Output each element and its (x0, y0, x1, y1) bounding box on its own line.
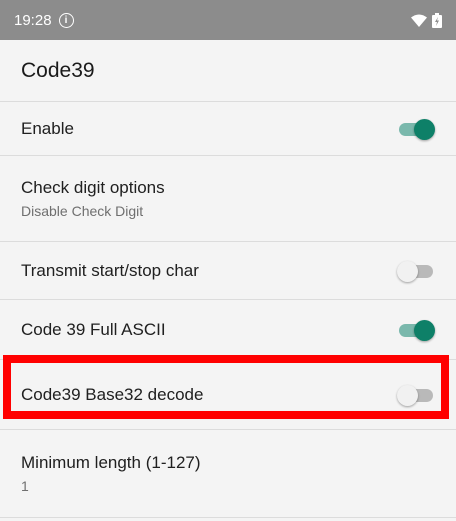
setting-text: Transmit start/stop char (21, 261, 199, 281)
setting-code39-base32-decode[interactable]: Code39 Base32 decode (0, 360, 456, 430)
setting-text: Code39 Base32 decode (21, 385, 203, 405)
full-ascii-toggle[interactable] (397, 318, 435, 342)
status-bar: 19:28 i (0, 0, 456, 40)
setting-minimum-length[interactable]: Minimum length (1-127) 1 (0, 430, 456, 518)
status-time: 19:28 (14, 11, 52, 29)
setting-summary: Disable Check Digit (21, 203, 144, 219)
setting-text: Minimum length (1-127) 1 (21, 453, 201, 494)
page-title: Code39 (21, 58, 95, 82)
app-bar: Code39 (0, 40, 456, 102)
setting-title: Transmit start/stop char (21, 260, 199, 280)
setting-summary: 1 (21, 478, 29, 494)
setting-code39-full-ascii[interactable]: Code 39 Full ASCII (0, 300, 456, 360)
setting-check-digit-options[interactable]: Check digit options Disable Check Digit (0, 156, 456, 242)
setting-title: Code39 Base32 decode (21, 384, 204, 404)
setting-transmit-start-stop-char[interactable]: Transmit start/stop char (0, 242, 456, 300)
setting-title: Minimum length (1-127) (21, 453, 201, 472)
battery-charging-icon (432, 12, 442, 28)
info-circle-icon: i (58, 12, 74, 28)
status-left: 19:28 i (14, 12, 74, 29)
setting-text: Enable (21, 119, 74, 139)
enable-toggle[interactable] (397, 117, 435, 141)
wifi-icon (411, 14, 427, 27)
toggle-thumb (397, 260, 418, 282)
setting-title: Check digit options (21, 178, 165, 197)
setting-title: Enable (21, 118, 74, 138)
setting-text: Check digit options Disable Check Digit (21, 178, 165, 219)
toggle-thumb (414, 319, 435, 341)
status-right (411, 12, 442, 28)
setting-enable[interactable]: Enable (0, 102, 456, 156)
base32-decode-toggle[interactable] (397, 383, 435, 407)
setting-text: Code 39 Full ASCII (21, 320, 166, 340)
toggle-thumb (414, 118, 435, 140)
transmit-start-stop-toggle[interactable] (397, 259, 435, 283)
setting-title: Code 39 Full ASCII (21, 319, 166, 339)
toggle-thumb (397, 384, 418, 406)
